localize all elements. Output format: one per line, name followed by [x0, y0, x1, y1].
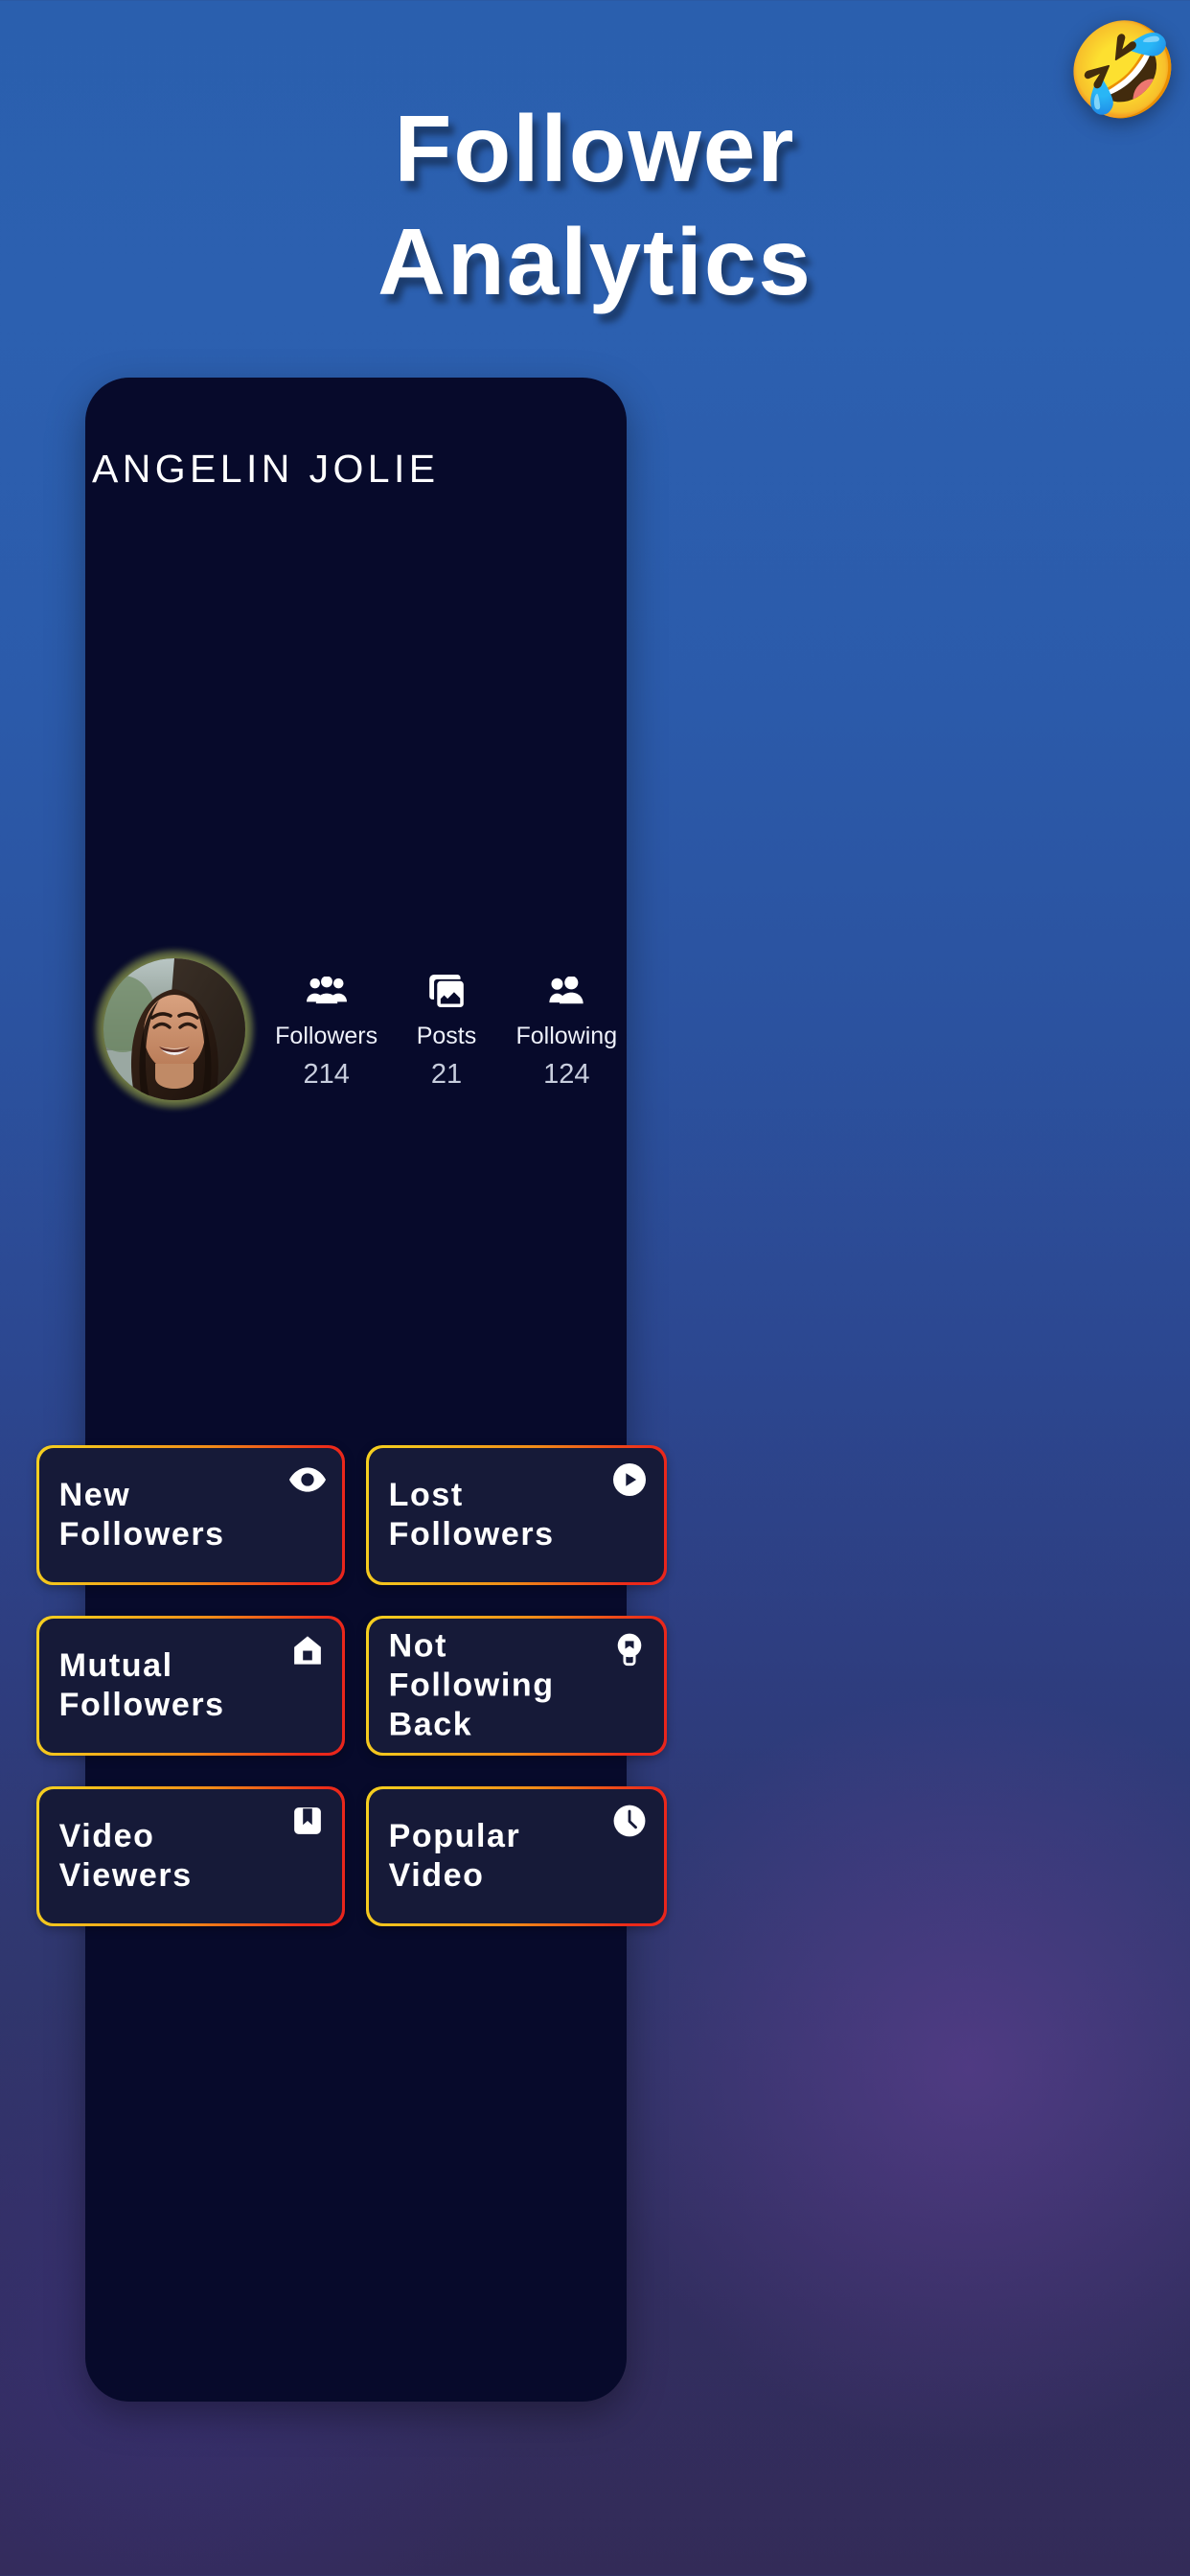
two-people-icon — [510, 972, 623, 1010]
eye-icon — [289, 1461, 327, 1498]
tile-lost-followers[interactable]: Lost Followers — [366, 1445, 667, 1585]
play-circle-icon — [611, 1461, 648, 1498]
tile-label: Not Following Back — [388, 1627, 555, 1743]
tile-label: Lost Followers — [388, 1477, 555, 1552]
page-title-line-2: Analytics — [378, 209, 812, 314]
tile-label: Popular Video — [388, 1818, 521, 1894]
profile-stats: Followers 214 Posts 21 Following 124 — [266, 972, 627, 1092]
stat-label: Posts — [416, 1023, 477, 1049]
lightbulb-icon — [611, 1632, 648, 1668]
feature-grid: New Followers Lost Followers Mutual Foll… — [36, 1445, 1156, 1926]
home-icon — [289, 1632, 326, 1668]
tile-label: Mutual Followers — [58, 1647, 225, 1723]
tile-label: New Followers — [58, 1477, 225, 1552]
page-title-line-1: Follower — [394, 96, 796, 201]
tile-not-following-back[interactable]: Not Following Back — [366, 1616, 667, 1756]
clock-icon — [611, 1803, 648, 1839]
tile-popular-video[interactable]: Popular Video — [366, 1786, 667, 1926]
stat-posts[interactable]: Posts 21 — [390, 972, 503, 1092]
avatar[interactable] — [95, 950, 254, 1109]
photo-stack-icon — [390, 972, 503, 1010]
stat-label: Following — [515, 1023, 618, 1049]
stat-following[interactable]: Following 124 — [510, 972, 623, 1092]
tile-mutual-followers[interactable]: Mutual Followers — [36, 1616, 345, 1756]
stat-followers[interactable]: Followers 214 — [270, 972, 383, 1092]
people-group-icon — [270, 972, 383, 1010]
profile-summary-row: Followers 214 Posts 21 Following 124 — [85, 950, 627, 1121]
bookmark-icon — [289, 1803, 326, 1839]
stat-label: Followers — [275, 1023, 378, 1049]
avatar-image — [103, 958, 245, 1100]
tile-video-viewers[interactable]: Video Viewers — [36, 1786, 345, 1926]
tile-label: Video Viewers — [58, 1818, 193, 1894]
stat-value: 124 — [543, 1059, 590, 1090]
stat-value: 21 — [430, 1059, 463, 1090]
tile-new-followers[interactable]: New Followers — [36, 1445, 345, 1585]
page-title: Follower Analytics — [0, 92, 1190, 318]
profile-panel — [85, 378, 627, 2402]
profile-username: ANGELIN JOLIE — [92, 447, 440, 491]
stat-value: 214 — [303, 1059, 350, 1090]
